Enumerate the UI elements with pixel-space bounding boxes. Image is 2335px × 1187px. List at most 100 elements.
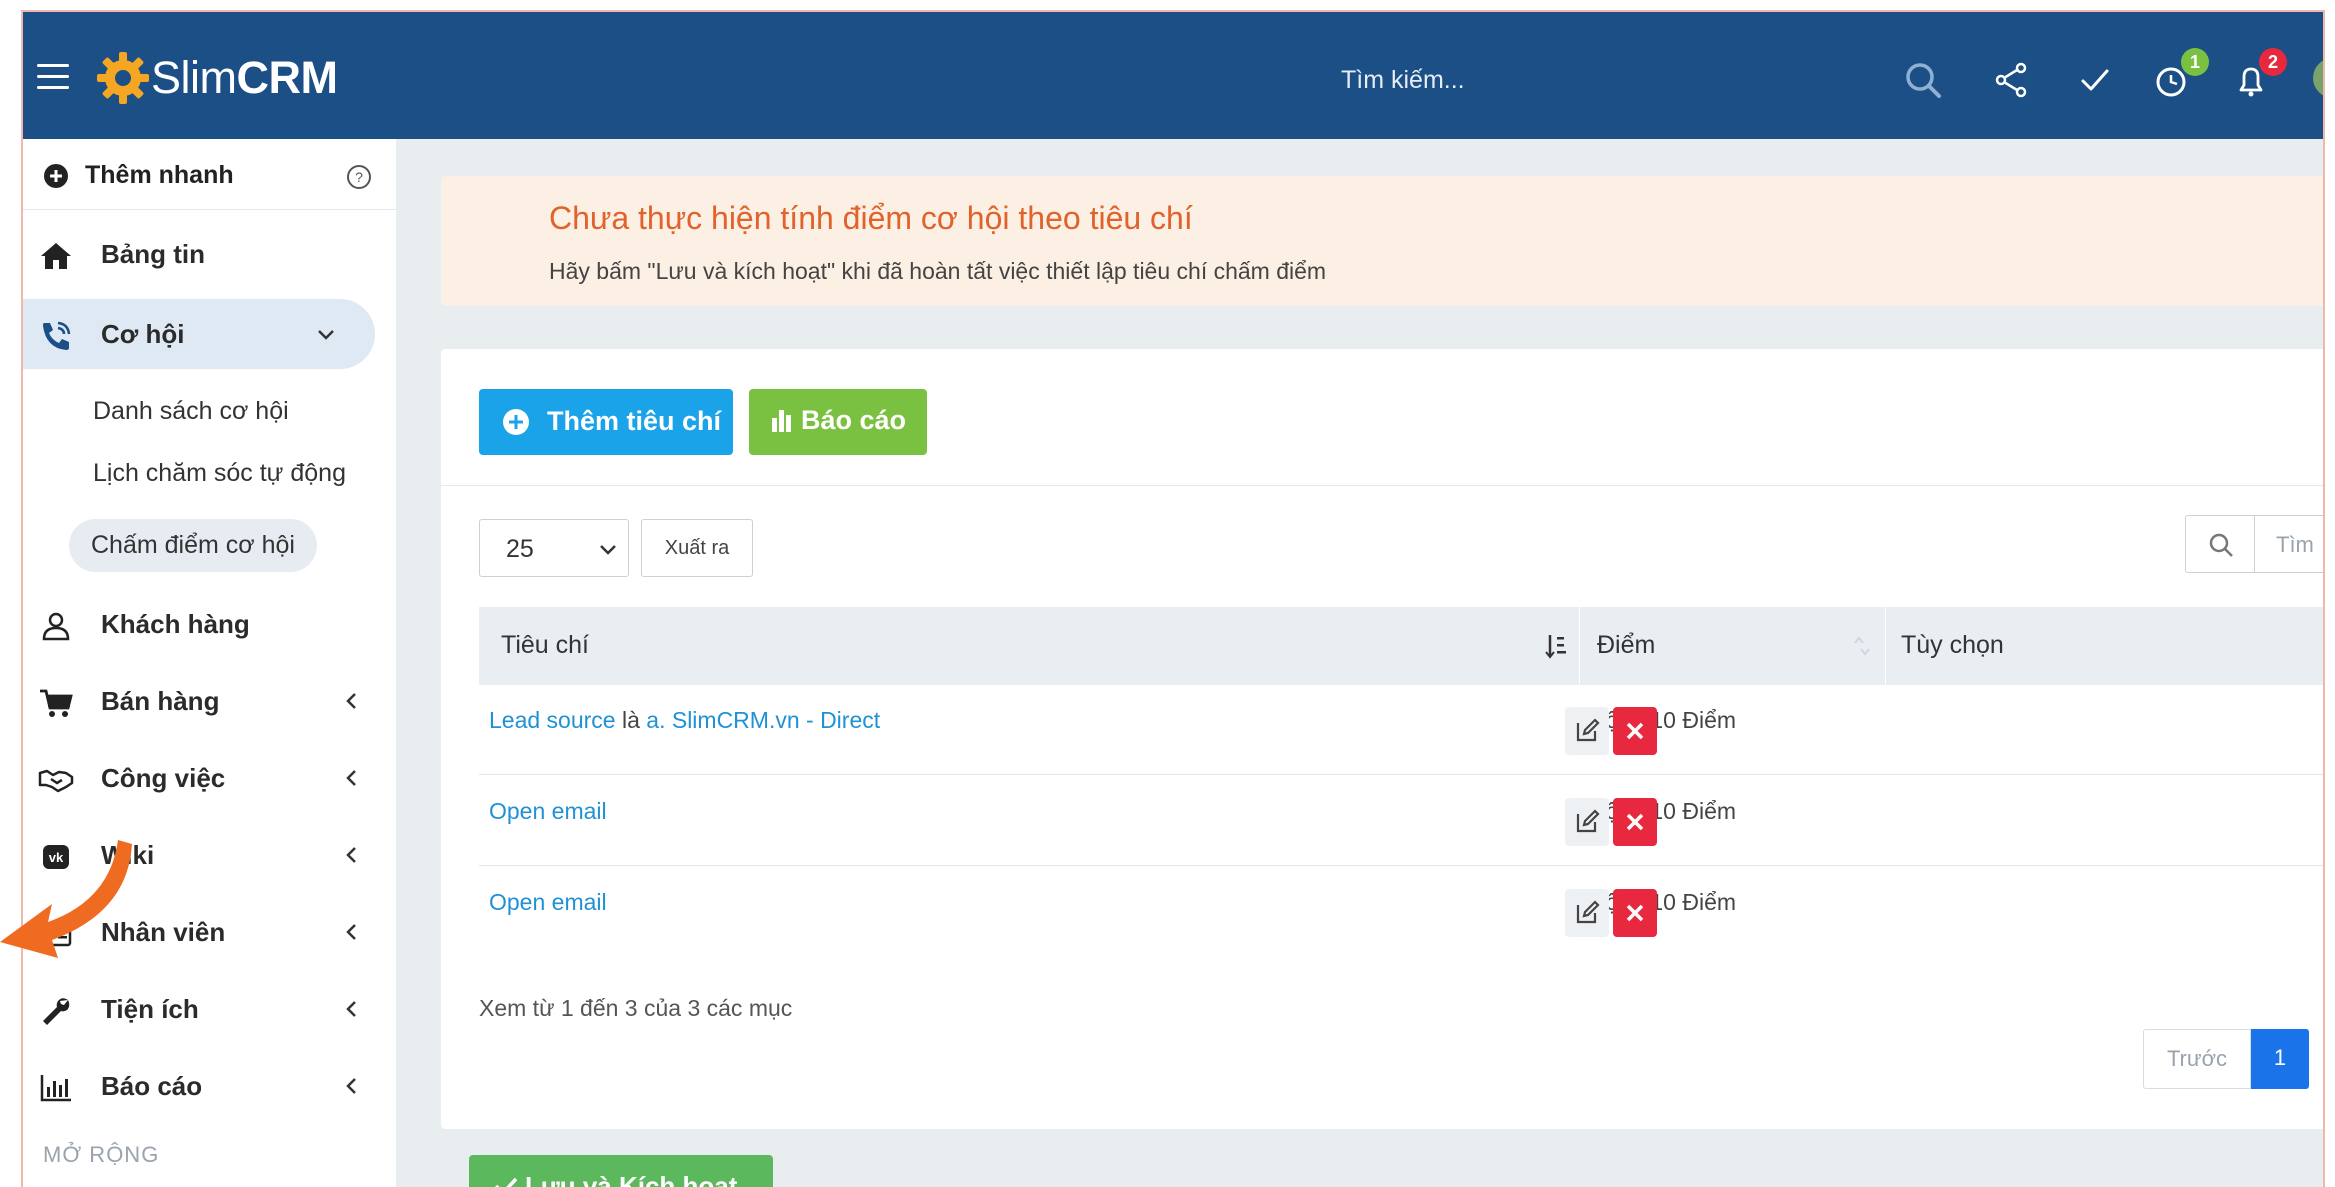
delete-button[interactable]: [1613, 889, 1657, 937]
brand-logo[interactable]: SlimCRM: [151, 52, 338, 104]
add-criteria-button[interactable]: Thêm tiêu chí: [479, 389, 733, 455]
sidebar-item-dashboard[interactable]: Bảng tin: [23, 219, 396, 289]
sidebar-item-customers[interactable]: Khách hàng: [23, 589, 396, 659]
check-icon[interactable]: [2073, 58, 2117, 102]
search-icon: [2209, 533, 2233, 557]
sidebar-item-label: Bảng tin: [101, 239, 205, 269]
column-header-options: Tùy chọn: [1901, 631, 2004, 659]
criteria-link[interactable]: Lead source: [489, 707, 616, 733]
column-header-score[interactable]: Điểm: [1597, 631, 1655, 660]
alert-title: Chưa thực hiện tính điểm cơ hội theo tiê…: [549, 200, 1193, 236]
chevron-left-icon: [346, 924, 356, 940]
svg-text:?: ?: [355, 169, 363, 185]
chevron-down-icon: [318, 330, 334, 340]
section-label: MỞ RỘNG: [43, 1142, 160, 1167]
chevron-left-icon: [346, 693, 356, 709]
criteria-link[interactable]: Open email: [489, 889, 607, 916]
pagination-prev[interactable]: Trước: [2143, 1029, 2251, 1089]
sidebar-item-label: Công việc: [101, 763, 226, 793]
search-icon[interactable]: [1901, 58, 1945, 102]
chevron-left-icon: [346, 1001, 356, 1017]
alert-description: Hãy bấm "Lưu và kích hoạt" khi đã hoàn t…: [549, 258, 1327, 284]
criteria-link[interactable]: Open email: [489, 798, 607, 825]
table-header: Tiêu chí Điểm Tùy chọn: [479, 607, 2323, 685]
column-header-criteria[interactable]: Tiêu chí: [501, 631, 589, 660]
edit-button[interactable]: [1565, 889, 1609, 937]
chevron-left-icon: [346, 847, 356, 863]
plus-circle-icon: [44, 164, 68, 188]
table-search[interactable]: Tìm: [2185, 515, 2323, 573]
sort-icon[interactable]: [1543, 631, 1569, 661]
check-icon: [495, 1177, 518, 1187]
app-window: SlimCRM Tìm kiếm... 1 2 Thêm nhanh ? Bản…: [21, 10, 2325, 1187]
divider: [441, 485, 2323, 486]
report-button[interactable]: Báo cáo: [749, 389, 927, 455]
table-row: Open email Cộng 10 Điểm: [479, 867, 2323, 957]
criteria-value-link[interactable]: a. SlimCRM.vn - Direct: [646, 707, 880, 733]
divider: [23, 209, 396, 210]
column-divider: [1579, 607, 1580, 685]
submenu-auto-care-schedule[interactable]: Lịch chăm sóc tự động: [93, 459, 346, 488]
score-cell: Cộng 10 Điểm: [1589, 889, 1737, 915]
sidebar-item-label: Bán hàng: [101, 686, 220, 716]
table-row: Open email Cộng 10 Điểm: [479, 776, 2323, 866]
menu-icon[interactable]: [37, 64, 69, 90]
criteria-cell: Lead source là a. SlimCRM.vn - Direct: [489, 707, 881, 733]
quick-add-label[interactable]: Thêm nhanh: [85, 161, 234, 190]
table-info: Xem từ 1 đến 3 của 3 các mục: [479, 995, 793, 1021]
submenu-opportunity-list[interactable]: Danh sách cơ hội: [93, 397, 289, 426]
logo-gear-icon: [97, 52, 149, 104]
sidebar-item-opportunities[interactable]: Cơ hội: [23, 299, 375, 369]
delete-button[interactable]: [1613, 707, 1657, 755]
score-cell: Cộng 10 Điểm: [1589, 707, 1737, 733]
pagination-page-1[interactable]: 1: [2251, 1029, 2309, 1089]
sidebar-item-utilities[interactable]: Tiện ích: [23, 974, 396, 1044]
sidebar-item-label: Cơ hội: [101, 319, 185, 349]
top-navbar: SlimCRM Tìm kiếm... 1 2: [23, 12, 2323, 139]
delete-button[interactable]: [1613, 798, 1657, 846]
avatar[interactable]: [2313, 58, 2323, 98]
wrench-icon: [43, 998, 70, 1025]
sort-icon[interactable]: [1849, 631, 1875, 661]
chevron-left-icon: [346, 770, 356, 786]
bar-chart-icon: [40, 1075, 71, 1102]
divider: [2254, 516, 2255, 572]
bar-chart-icon: [772, 410, 791, 432]
handshake-icon: [38, 769, 74, 793]
cart-icon: [40, 689, 73, 717]
edit-icon: [1576, 900, 1600, 924]
sidebar-item-reports[interactable]: Báo cáo: [23, 1051, 396, 1121]
phone-icon: [43, 321, 71, 350]
plus-circle-icon: [503, 409, 529, 435]
chevron-left-icon: [346, 1078, 356, 1094]
edit-button[interactable]: [1565, 707, 1609, 755]
help-icon[interactable]: ?: [345, 163, 373, 191]
user-icon: [42, 612, 70, 641]
sidebar: Thêm nhanh ? Bảng tin Cơ hội Danh sách c…: [23, 139, 396, 1187]
column-divider: [1885, 607, 1886, 685]
close-icon: [1626, 722, 1644, 740]
save-activate-button[interactable]: Lưu và Kích hoạt: [469, 1155, 773, 1187]
global-search-input[interactable]: Tìm kiếm...: [1341, 66, 1465, 95]
notification-badge: 2: [2259, 48, 2287, 76]
warning-alert: Chưa thực hiện tính điểm cơ hội theo tiê…: [441, 176, 2323, 306]
edit-icon: [1576, 809, 1600, 833]
page-size-select[interactable]: 25: [479, 519, 629, 577]
table-search-input[interactable]: Tìm: [2276, 532, 2314, 558]
timer-badge: 1: [2181, 48, 2209, 76]
sidebar-item-tasks[interactable]: Công việc: [23, 743, 396, 813]
sidebar-item-label: Tiện ích: [101, 994, 199, 1024]
sidebar-item-sales[interactable]: Bán hàng: [23, 666, 396, 736]
sidebar-item-label: Báo cáo: [101, 1071, 203, 1101]
criteria-card: Thêm tiêu chí Báo cáo 25 Xuất ra Tìm Tiê…: [441, 349, 2323, 1129]
edit-button[interactable]: [1565, 798, 1609, 846]
close-icon: [1626, 904, 1644, 922]
sidebar-item-label: Khách hàng: [101, 609, 250, 639]
share-icon[interactable]: [1989, 58, 2033, 102]
score-cell: Cộng 10 Điểm: [1589, 798, 1737, 824]
chevron-down-icon: [600, 545, 616, 555]
home-icon: [41, 243, 71, 269]
edit-icon: [1576, 718, 1600, 742]
export-button[interactable]: Xuất ra: [641, 519, 753, 577]
submenu-opportunity-scoring[interactable]: Chấm điểm cơ hội: [69, 519, 317, 572]
